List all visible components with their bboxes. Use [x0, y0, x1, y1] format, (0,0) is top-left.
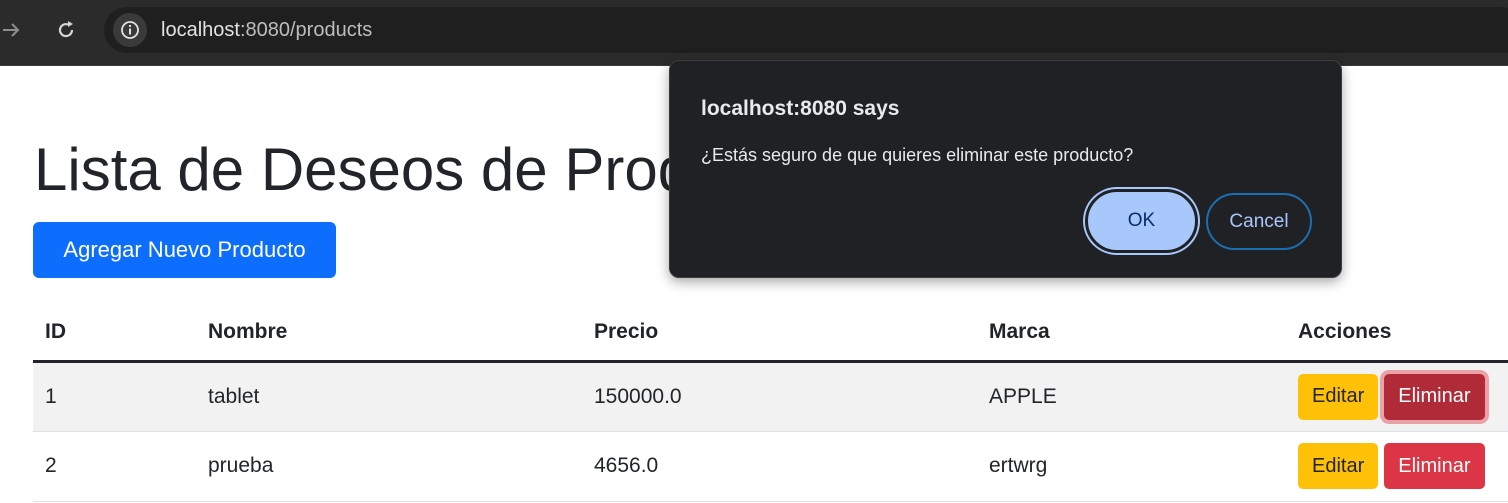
products-table: ID Nombre Precio Marca Acciones 1 tablet… — [33, 305, 1508, 502]
cell-brand: ertwrg — [977, 431, 1286, 502]
address-bar[interactable]: localhost:8080/products — [104, 7, 1508, 53]
header-price: Precio — [582, 305, 977, 363]
cell-actions: Editar Eliminar — [1286, 361, 1508, 432]
row-actions: Editar Eliminar — [1298, 373, 1501, 420]
url-path: :8080/products — [239, 18, 373, 41]
cancel-button[interactable]: Cancel — [1206, 193, 1312, 250]
url-text[interactable]: localhost:8080/products — [161, 19, 372, 42]
cell-id: 1 — [33, 361, 196, 432]
row-actions: Editar Eliminar — [1298, 443, 1501, 489]
url-host: localhost — [161, 18, 240, 41]
cell-name: tablet — [196, 361, 582, 432]
header-brand: Marca — [977, 305, 1286, 363]
table-header-row: ID Nombre Precio Marca Acciones — [33, 305, 1508, 363]
delete-button[interactable]: Eliminar — [1384, 443, 1485, 489]
info-icon[interactable] — [113, 13, 147, 47]
cell-id: 2 — [33, 431, 196, 502]
cell-actions: Editar Eliminar — [1286, 431, 1508, 502]
table-row: 2 prueba 4656.0 ertwrg Editar Eliminar — [33, 431, 1508, 502]
browser-toolbar: localhost:8080/products — [0, 0, 1508, 66]
edit-button[interactable]: Editar — [1298, 373, 1379, 420]
confirm-dialog: localhost:8080 says ¿Estás seguro de que… — [669, 60, 1342, 278]
header-id: ID — [33, 305, 196, 363]
dialog-message: ¿Estás seguro de que quieres eliminar es… — [701, 145, 1134, 165]
header-actions: Acciones — [1286, 305, 1508, 363]
add-product-button[interactable]: Agregar Nuevo Producto — [33, 222, 336, 278]
cell-price: 4656.0 — [582, 431, 977, 502]
cell-name: prueba — [196, 431, 582, 502]
header-name: Nombre — [196, 305, 582, 363]
edit-button[interactable]: Editar — [1298, 443, 1379, 489]
reload-icon[interactable] — [49, 13, 83, 47]
table-row: 1 tablet 150000.0 APPLE Editar Eliminar — [33, 361, 1508, 432]
dialog-title: localhost:8080 says — [701, 97, 900, 120]
cell-price: 150000.0 — [582, 361, 977, 432]
delete-button[interactable]: Eliminar — [1384, 373, 1485, 420]
ok-button[interactable]: OK — [1085, 189, 1198, 253]
arrow-right-icon[interactable] — [0, 13, 28, 47]
cell-brand: APPLE — [977, 361, 1286, 432]
